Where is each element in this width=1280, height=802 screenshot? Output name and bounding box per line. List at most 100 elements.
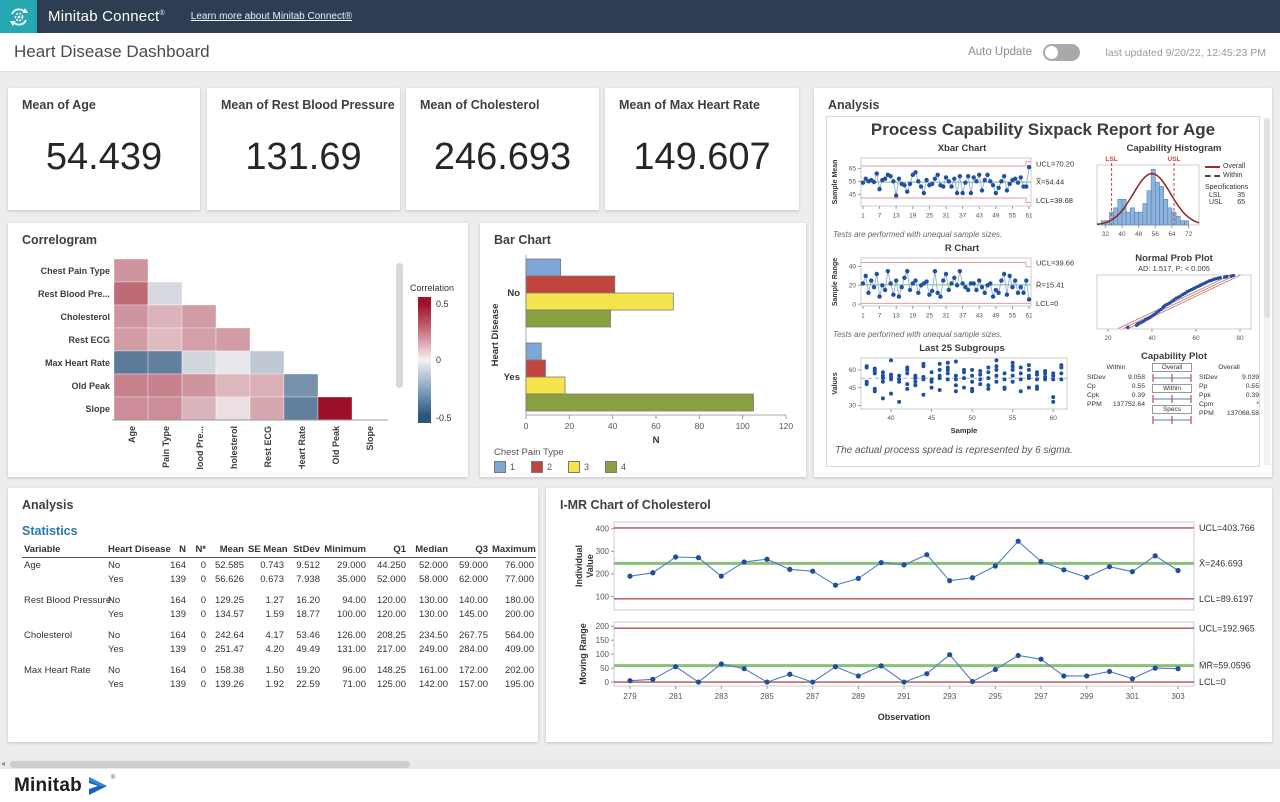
last-updated-text: last updated 9/20/22, 12:45:23 PM [1105,47,1266,59]
xbar-chart[interactable]: 45556517131925313743495561UCL=70.20X̿=54… [827,155,1097,234]
svg-text:64: 64 [1168,231,1176,238]
svg-text:Values: Values [832,372,839,394]
svg-text:100: 100 [596,650,610,659]
sync-gear-icon [7,5,31,29]
horizontal-scrollbar[interactable]: ◂ [0,760,1280,769]
moving-range-chart[interactable]: 0501001502002792812832852872892912932952… [556,618,1264,735]
svg-text:40: 40 [1118,231,1126,238]
svg-text:0: 0 [605,678,610,687]
minitab-footer-logo[interactable]: Minitab ® [14,775,115,797]
svg-text:40: 40 [1148,335,1156,342]
capability-histogram[interactable]: LSLUSL324048566472 [1089,153,1205,254]
svg-text:13: 13 [893,213,901,220]
svg-text:40: 40 [608,421,618,431]
scrollbar-thumb[interactable] [10,761,410,768]
svg-text:Yes: Yes [504,372,520,383]
svg-text:No: No [507,288,520,299]
svg-text:Chest Pain Type: Chest Pain Type [41,266,110,276]
svg-text:56: 56 [1152,231,1160,238]
table-row: Max Heart RateNo1640158.381.5019.2096.00… [22,663,536,677]
correlogram-heatmap[interactable]: Chest Pain Type Rest Blood Pre... Choleste… [14,249,414,474]
svg-text:60: 60 [1050,415,1058,422]
kpi-card-max-hr: Mean of Max Heart Rate 149.607 [605,88,799,210]
kpi-label: Mean of Max Heart Rate [619,98,760,112]
table-row: Rest Blood PressureNo1640129.251.2716.20… [22,593,536,607]
learn-more-link[interactable]: Learn more about Minitab Connect® [191,11,352,22]
statistics-table: VariableHeart DiseaseNN*MeanSE MeanStDev… [22,542,536,691]
grouped-bar-chart[interactable]: NoYes020406080100120NHeart Disease [488,247,798,450]
svg-text:LCL=0: LCL=0 [1199,677,1226,687]
table-row: Yes1390139.261.9222.5971.00125.00142.001… [22,677,536,691]
svg-text:0: 0 [852,301,856,308]
svg-text:283: 283 [715,692,729,701]
table-row: CholesterolNo1640242.644.1753.46126.0020… [22,628,536,642]
specifications: Specifications LSL35USL65 [1205,184,1259,206]
correlogram-scrollbar[interactable] [396,263,403,388]
auto-update-label: Auto Update [968,46,1032,58]
svg-text:7: 7 [878,313,882,320]
svg-text:19: 19 [909,213,917,220]
svg-text:150: 150 [596,636,610,645]
kpi-label: Mean of Rest Blood Pressure [221,98,395,112]
svg-text:LCL=0: LCL=0 [1036,299,1058,308]
svg-text:UCL=192.965: UCL=192.965 [1199,623,1255,633]
svg-text:Value: Value [585,554,595,578]
svg-text:Slope: Slope [85,404,110,414]
svg-text:Moving Range: Moving Range [578,623,588,685]
svg-text:LSL: LSL [1105,156,1117,163]
card-scrollbar[interactable] [1264,118,1270,465]
normal-prob-plot[interactable]: 20406080 [1091,273,1257,352]
bar-chart-card: Bar Chart NoYes020406080100120NHeart Dis… [480,223,806,477]
kpi-value: 149.607 [605,136,799,179]
normal-prob-plot-title: Normal Prob Plot [1089,253,1259,264]
svg-text:LCL=89.6197: LCL=89.6197 [1199,594,1253,604]
kpi-card-rest-bp: Mean of Rest Blood Pressure 131.69 [207,88,400,210]
last25-chart[interactable]: 3045604045505560SampleValues [827,355,1097,446]
auto-update-toggle[interactable] [1043,44,1080,61]
normal-prob-plot-subtitle: AD: 1.517, P: < 0.005 [1089,264,1259,273]
svg-text:291: 291 [897,692,911,701]
scroll-left-arrow[interactable]: ◂ [1,759,5,768]
kpi-card-cholesterol: Mean of Cholesterol 246.693 [406,88,599,210]
capability-plot-title: Capability Plot [1089,351,1259,362]
svg-text:Cholesterol: Cholesterol [229,426,239,469]
svg-text:300: 300 [596,547,610,556]
svg-text:299: 299 [1080,692,1094,701]
svg-text:293: 293 [943,692,957,701]
svg-text:295: 295 [989,692,1003,701]
screen: Minitab Connect® Learn more about Minita… [0,0,1280,802]
svg-text:Rest Blood Pre...: Rest Blood Pre... [195,426,205,469]
histogram-legend: Overall Within Specifications LSL35USL65 [1205,163,1259,206]
svg-text:Sample: Sample [951,426,978,435]
svg-text:31: 31 [942,213,950,220]
svg-text:1: 1 [861,313,865,320]
footer-brand-text: Minitab [14,775,82,797]
sixpack-report[interactable]: Process Capability Sixpack Report for Ag… [826,116,1260,467]
svg-text:100: 100 [596,592,610,601]
table-row: Yes139056.6260.6737.93835.00052.00058.00… [22,572,536,586]
panel-title: Analysis [22,498,73,512]
panel-title: Bar Chart [494,233,551,247]
svg-text:48: 48 [1135,231,1143,238]
svg-text:49: 49 [992,213,1000,220]
top-navbar: Minitab Connect® Learn more about Minita… [0,0,1280,33]
svg-text:1: 1 [861,213,865,220]
r-chart[interactable]: 0204017131925313743495561UCL=39.66R̄=15.… [827,255,1097,334]
svg-text:LCL=38.68: LCL=38.68 [1036,196,1073,205]
svg-text:UCL=70.20: UCL=70.20 [1036,159,1074,168]
minitab-connect-logo[interactable] [0,0,37,33]
individual-value-chart[interactable]: 100200300400UCL=403.766X̄=246.693LCL=89.… [556,516,1264,621]
panel-title: I-MR Chart of Cholesterol [560,498,711,512]
svg-text:31: 31 [942,313,950,320]
svg-text:13: 13 [893,313,901,320]
last25-title: Last 25 Subgroups [827,343,1097,354]
svg-text:X̿=54.44: X̿=54.44 [1035,178,1064,187]
svg-text:20: 20 [849,283,857,290]
svg-text:37: 37 [959,313,967,320]
svg-text:40: 40 [887,415,895,422]
svg-text:N: N [653,435,660,445]
table-row: AgeNo164052.5850.7439.51229.00044.25052.… [22,558,536,573]
svg-text:200: 200 [596,622,610,631]
statistics-link[interactable]: Statistics [22,524,78,538]
page-title: Heart Disease Dashboard [14,42,210,62]
